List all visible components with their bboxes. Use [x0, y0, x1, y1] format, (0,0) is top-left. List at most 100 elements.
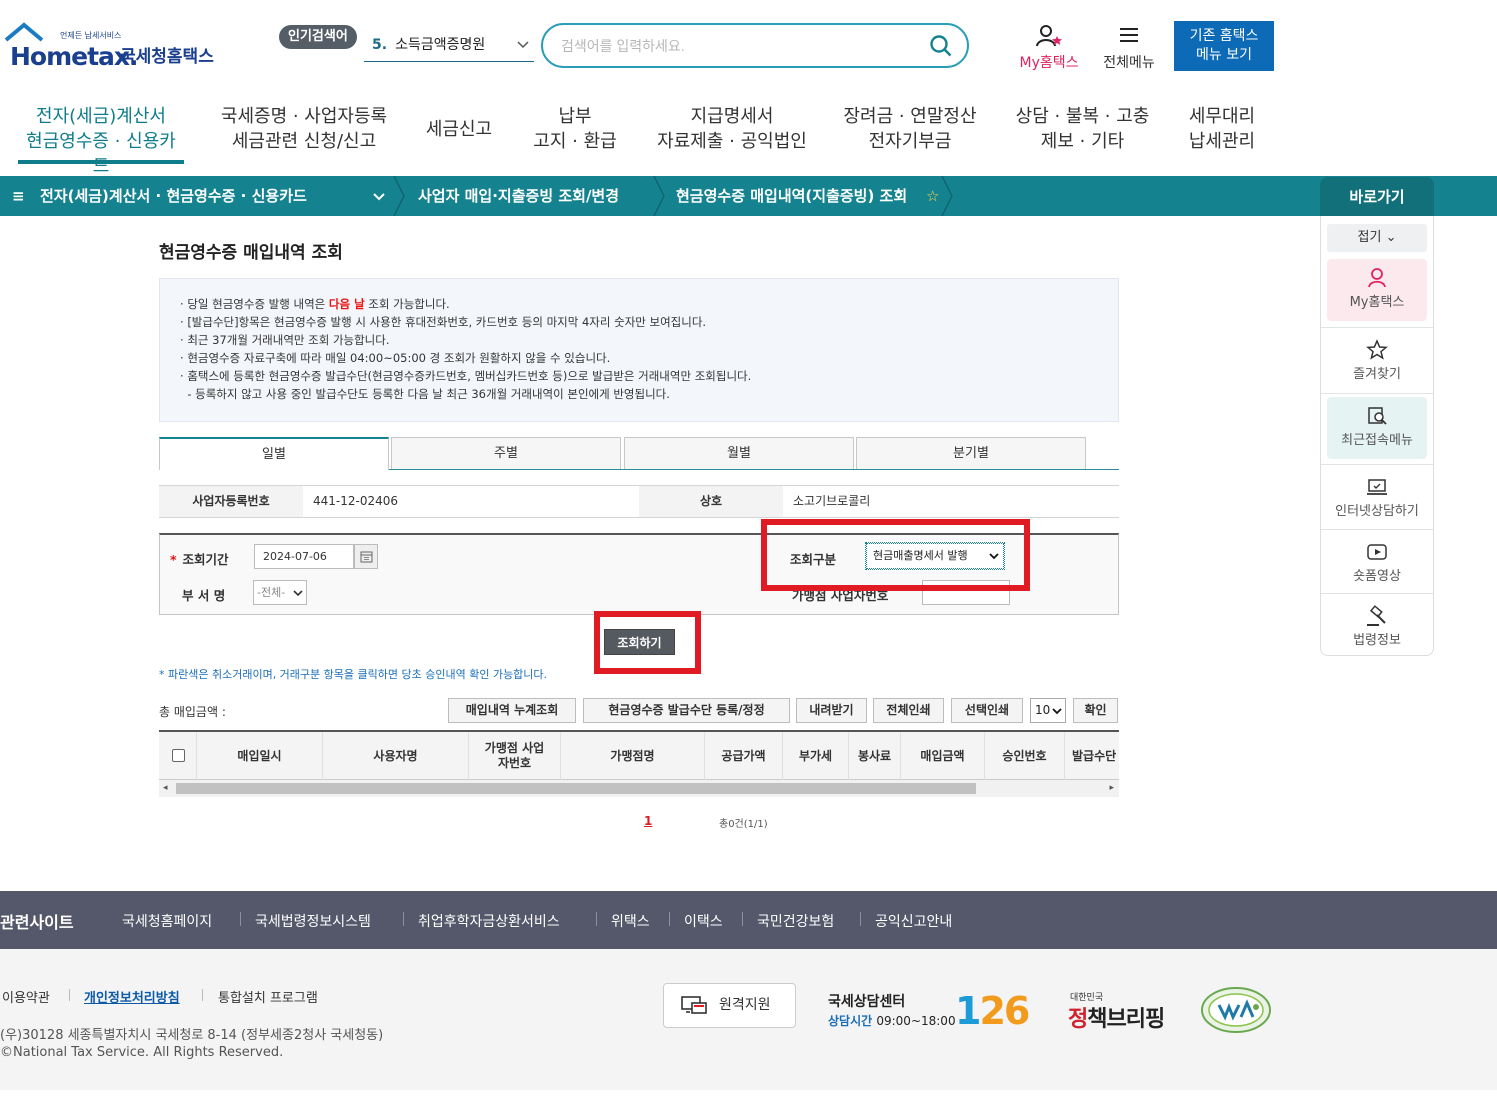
gnb-item-payment[interactable]: 납부 고지 · 환급 — [525, 104, 625, 154]
page-size-select[interactable]: 10 — [1030, 698, 1066, 723]
print-selected-button[interactable]: 선택인쇄 — [951, 698, 1023, 723]
terms-link[interactable]: 이용약관 — [2, 987, 50, 1006]
notice-text: 당일 현금영수증 발행 내역은 — [187, 297, 329, 311]
quick-fold-button[interactable]: 접기 ⌄ — [1327, 224, 1427, 252]
quick-recent-menu[interactable]: 최근접속메뉴 — [1327, 397, 1427, 459]
gnb-item-consulting[interactable]: 상담 · 불복 · 고충 제보 · 기타 — [1010, 104, 1155, 154]
gnb-label: 납세관리 — [1188, 131, 1256, 152]
gnb-item-tax-filing[interactable]: 세금신고 — [414, 117, 504, 142]
register-payment-means-button[interactable]: 현금영수증 발급수단 등록/정정 — [583, 698, 790, 723]
gnb-label: 전자기부금 — [868, 131, 952, 152]
related-link[interactable]: 국세청홈페이지 — [122, 911, 212, 931]
popular-rank: 5. — [372, 37, 388, 53]
search-input[interactable] — [561, 35, 921, 57]
consult-hours-label: 상담시간 — [828, 1014, 873, 1028]
quick-item-label: My홈택스 — [1349, 295, 1405, 310]
old-hometax-menu-button[interactable]: 기존 홈택스 메뉴 보기 — [1174, 21, 1274, 71]
gnb-item-incentives[interactable]: 장려금 · 연말정산 전자기부금 — [836, 104, 984, 154]
divider — [69, 989, 70, 1001]
related-sites-title: 관련사이트 — [0, 913, 74, 932]
consult-number-part: 1 — [955, 989, 981, 1033]
print-all-button[interactable]: 전체인쇄 — [873, 698, 944, 723]
divider — [1321, 327, 1433, 328]
tab-quarterly[interactable]: 분기별 — [856, 437, 1086, 470]
breadcrumb-separator — [393, 176, 405, 216]
grid-col-vat[interactable]: 부가세 — [783, 732, 849, 780]
popular-search-select[interactable]: 5. 소득금액증명원 — [364, 30, 534, 62]
grid-col-store-name[interactable]: 가맹점명 — [561, 732, 705, 780]
all-menu-button[interactable]: 전체메뉴 — [1097, 24, 1161, 72]
quick-favorites[interactable]: 즐겨찾기 — [1327, 331, 1427, 391]
grid-col-service-fee[interactable]: 봉사료 — [849, 732, 901, 780]
quick-my-hometax[interactable]: My홈택스 — [1327, 259, 1427, 321]
grid-col-store-biz-number[interactable]: 가맹점 사업자번호 — [469, 732, 561, 780]
favorite-star-icon[interactable]: ☆ — [926, 176, 939, 216]
grid-col-supply-amount[interactable]: 공급가액 — [705, 732, 783, 780]
breadcrumb-level2[interactable]: 사업자 매입·지출증빙 조회/변경 — [418, 176, 619, 216]
related-link[interactable]: 국민건강보험 — [757, 911, 834, 931]
grid-horizontal-scrollbar[interactable]: ◂ ▸ — [159, 780, 1119, 797]
grid-col-issue-means[interactable]: 발급수단 — [1065, 732, 1119, 780]
related-link[interactable]: 국세법령정보시스템 — [255, 911, 371, 931]
gnb-item-einvoice[interactable]: 전자(세금)계산서 현금영수증 · 신용카드 — [18, 104, 184, 179]
briefing-text: 책 — [1087, 1007, 1107, 1032]
gnb-item-certificates[interactable]: 국세증명 · 사업자등록 세금관련 신청/신고 — [214, 104, 394, 154]
tab-monthly[interactable]: 월별 — [624, 437, 854, 470]
divider — [669, 912, 670, 926]
scroll-thumb[interactable] — [176, 783, 976, 794]
download-button[interactable]: 내려받기 — [796, 698, 867, 723]
menu-icon[interactable]: ≡ — [12, 176, 25, 216]
divider — [860, 912, 861, 926]
quick-item-label: 최근접속메뉴 — [1341, 433, 1413, 448]
pager-page-1[interactable]: 1 — [644, 814, 652, 828]
hometax-logo[interactable]: 언제든 납세서비스 Hometax. 국세청홈택스 — [2, 20, 222, 71]
quick-internet-consult[interactable]: 인터넷상담하기 — [1327, 468, 1427, 528]
tab-weekly[interactable]: 주별 — [391, 437, 621, 470]
related-link[interactable]: 이택스 — [684, 911, 723, 931]
breadcrumb-level1[interactable]: 전자(세금)계산서 · 현금영수증 · 신용카드 — [40, 176, 307, 216]
page-size-value: 10 — [1035, 703, 1051, 717]
grid-col-purchase-date[interactable]: 매입일시 — [197, 732, 323, 780]
quick-shortform-video[interactable]: 숏폼영상 — [1327, 533, 1427, 593]
divider — [742, 912, 743, 926]
gnb-label: 제보 · 기타 — [1040, 131, 1125, 152]
quick-law-info[interactable]: 법령정보 — [1327, 597, 1427, 657]
my-hometax-link[interactable]: My홈택스 — [1014, 24, 1084, 72]
gnb-label: 지급명세서 — [690, 106, 774, 127]
user-star-icon — [1036, 25, 1062, 47]
period-date-input[interactable]: 2024-07-06 — [254, 544, 354, 569]
grid-col-approval-number[interactable]: 승인번호 — [985, 732, 1065, 780]
related-link[interactable]: 공익신고안내 — [875, 911, 952, 931]
related-link[interactable]: 취업후학자금상환서비스 — [418, 911, 560, 931]
old-menu-line1: 기존 홈택스 — [1189, 28, 1259, 44]
grid-col-purchase-amount[interactable]: 매입금액 — [901, 732, 985, 780]
gnb-item-statements[interactable]: 지급명세서 자료제출 · 공익법인 — [651, 104, 813, 154]
footer-copyright: ©National Tax Service. All Rights Reserv… — [0, 1045, 284, 1060]
cumulative-query-button[interactable]: 매입내역 누계조회 — [448, 698, 576, 723]
policy-briefing-logo[interactable]: 정책브리핑 — [1068, 1001, 1165, 1033]
footer: 이용약관 개인정보처리방침 통합설치 프로그램 (우)30128 세종특별자치시… — [0, 949, 1497, 1090]
calendar-button[interactable] — [354, 544, 378, 569]
breadcrumb-separator — [653, 176, 665, 216]
gnb-label: 전자(세금)계산서 — [36, 106, 166, 127]
divider — [596, 912, 597, 926]
logo-korean-name: 국세청홈택스 — [120, 47, 214, 67]
privacy-policy-link[interactable]: 개인정보처리방침 — [84, 987, 180, 1006]
scroll-right-arrow-icon[interactable]: ▸ — [1109, 780, 1114, 797]
gnb-item-tax-agent[interactable]: 세무대리 납세관리 — [1176, 104, 1268, 154]
dept-select[interactable]: -전체- — [253, 580, 307, 605]
divider — [403, 912, 404, 926]
install-program-link[interactable]: 통합설치 프로그램 — [218, 987, 318, 1006]
highlight-box-query-button — [594, 611, 701, 674]
related-link[interactable]: 위택스 — [611, 911, 650, 931]
confirm-button[interactable]: 확인 — [1073, 698, 1118, 723]
grid-col-user-name[interactable]: 사용자명 — [323, 732, 469, 780]
scroll-left-arrow-icon[interactable]: ◂ — [163, 780, 168, 797]
old-menu-line2: 메뉴 보기 — [1196, 47, 1252, 63]
chevron-down-icon[interactable] — [372, 191, 386, 203]
tab-daily[interactable]: 일별 — [159, 437, 389, 470]
search-icon[interactable] — [929, 34, 953, 58]
select-all-checkbox[interactable] — [172, 749, 185, 762]
remote-support-button[interactable]: 원격지원 — [663, 983, 796, 1028]
cancel-note: * 파란색은 취소거래이며, 거래구분 항목을 클릭하면 당초 승인내역 확인 … — [159, 668, 548, 681]
